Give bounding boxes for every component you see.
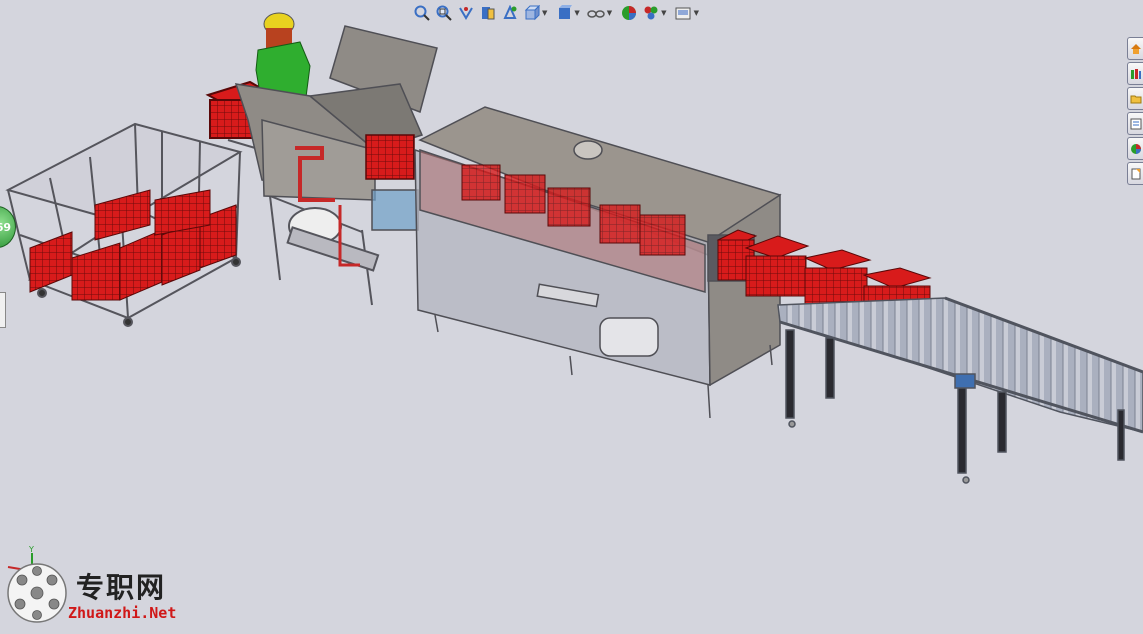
view-orientation-dropdown-icon[interactable]: ▼ xyxy=(542,9,547,17)
zoom-to-area-icon[interactable] xyxy=(434,4,453,23)
graphics-area[interactable]: ▼ ▼ ▼ ▼ ▼ 9 Y 专职网 Zhuanzhi.Net xyxy=(0,0,1143,630)
display-style-icon[interactable] xyxy=(554,4,573,23)
section-view-icon[interactable] xyxy=(478,4,497,23)
dynamic-annotation-icon[interactable] xyxy=(500,4,519,23)
custom-properties-icon[interactable] xyxy=(1127,162,1143,185)
design-library-icon[interactable] xyxy=(1127,62,1143,85)
cart-crates xyxy=(29,189,237,301)
view-settings-icon[interactable] xyxy=(674,4,693,23)
previous-view-icon[interactable] xyxy=(456,4,475,23)
task-pane-tabs xyxy=(1127,37,1143,185)
soccer-ball-logo-icon xyxy=(7,563,67,623)
view-orientation-icon[interactable] xyxy=(522,4,541,23)
hide-show-dropdown-icon[interactable]: ▼ xyxy=(607,9,612,17)
display-style-dropdown-icon[interactable]: ▼ xyxy=(574,9,579,17)
edit-appearance-icon[interactable] xyxy=(619,4,638,23)
view-settings-dropdown-icon[interactable]: ▼ xyxy=(694,9,699,17)
watermark-chinese-text: 专职网 xyxy=(76,571,167,604)
triad-y-label: Y xyxy=(28,545,34,554)
view-palette-icon[interactable] xyxy=(1127,112,1143,135)
home-icon[interactable] xyxy=(1127,37,1143,60)
file-explorer-icon[interactable] xyxy=(1127,87,1143,110)
roller-conveyor xyxy=(777,296,1143,484)
zoom-to-fit-icon[interactable] xyxy=(412,4,431,23)
apply-scene-dropdown-icon[interactable]: ▼ xyxy=(661,9,666,17)
hide-show-items-icon[interactable] xyxy=(587,4,606,23)
heads-up-view-toolbar: ▼ ▼ ▼ ▼ ▼ xyxy=(412,3,703,23)
cad-model-scene[interactable] xyxy=(0,0,1143,630)
left-pane-handle[interactable] xyxy=(0,292,6,328)
apply-scene-icon[interactable] xyxy=(641,4,660,23)
watermark-url-text: Zhuanzhi.Net xyxy=(68,604,177,622)
appearances-icon[interactable] xyxy=(1127,137,1143,160)
zhuanzhi-watermark: 专职网 Zhuanzhi.Net xyxy=(6,560,196,626)
